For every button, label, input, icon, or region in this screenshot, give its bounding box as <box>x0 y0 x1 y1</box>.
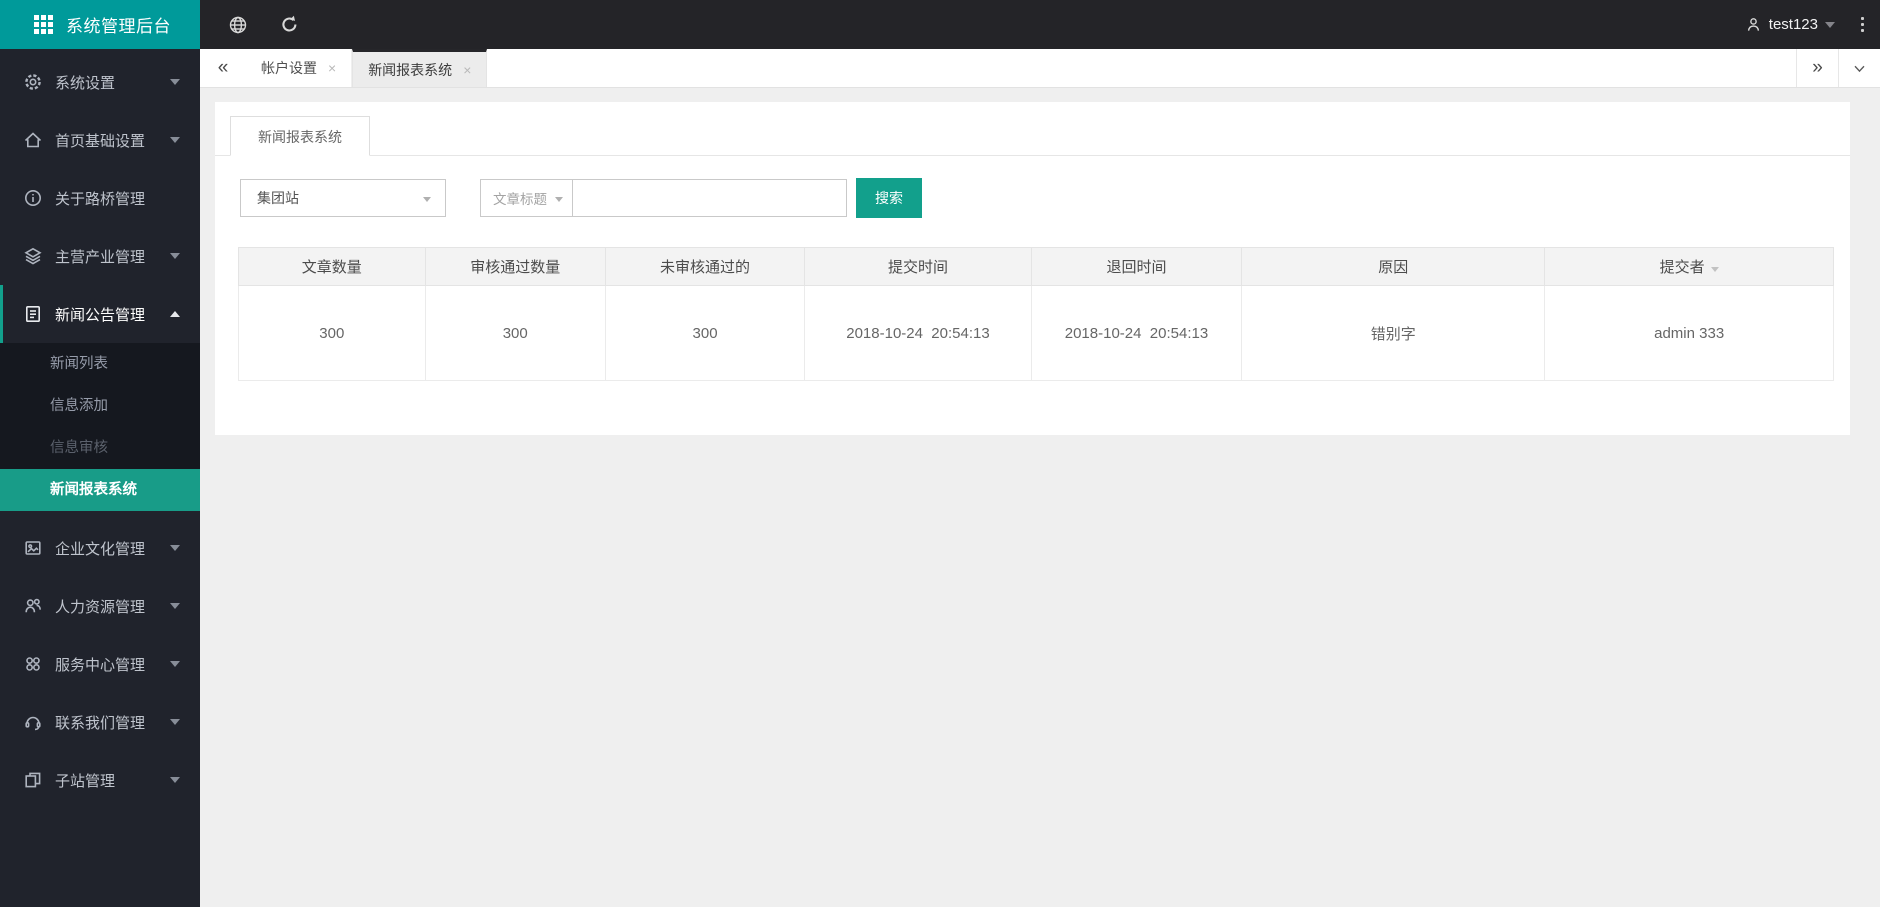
col-reason: 原因 <box>1241 247 1546 286</box>
card-header: 新闻报表系统 <box>215 102 1850 156</box>
site-select[interactable]: 集团站 <box>240 179 446 217</box>
field-select-value: 文章标题 <box>493 192 547 207</box>
news-report-card: 新闻报表系统 集团站 文章标题 搜索 文章数量 审核通过数量 未审核通过的 提交… <box>215 102 1850 435</box>
cell-unapproved-count: 300 <box>604 285 806 381</box>
report-table: 文章数量 审核通过数量 未审核通过的 提交时间 退回时间 原因 提交者 300 … <box>238 247 1834 381</box>
content-area: 新闻报表系统 集团站 文章标题 搜索 文章数量 审核通过数量 未审核通过的 提交… <box>200 88 1880 907</box>
sidebar-item-system-settings[interactable]: 系统设置 <box>0 53 200 111</box>
user-menu[interactable]: test123 <box>1745 16 1835 33</box>
submenu-item-info-review[interactable]: 信息审核 <box>0 427 200 469</box>
info-icon <box>23 188 43 208</box>
col-submit-time: 提交时间 <box>804 247 1032 286</box>
app-title: 系统管理后台 <box>66 17 171 36</box>
layers-icon <box>23 246 43 266</box>
tabs-scroll-right-icon[interactable]: » <box>1796 49 1838 87</box>
panel-tab-news-report[interactable]: 新闻报表系统 <box>230 116 370 156</box>
sidebar-item-label: 新闻公告管理 <box>55 306 146 324</box>
sidebar-item-label: 子站管理 <box>55 772 116 790</box>
cell-return-time: 2018-10-24 20:54:13 <box>1030 285 1243 381</box>
chevron-down-icon <box>170 777 180 783</box>
table-header-row: 文章数量 审核通过数量 未审核通过的 提交时间 退回时间 原因 提交者 <box>238 247 1834 286</box>
submenu-item-news-list[interactable]: 新闻列表 <box>0 343 200 385</box>
submenu-item-news-report[interactable]: 新闻报表系统 <box>0 469 200 511</box>
cell-approved-count: 300 <box>424 285 606 381</box>
chevron-down-icon <box>170 545 180 551</box>
chevron-down-icon <box>555 196 563 202</box>
cell-article-count: 300 <box>238 285 426 381</box>
sidebar-item-home-settings[interactable]: 首页基础设置 <box>0 111 200 169</box>
refresh-icon[interactable] <box>280 15 299 34</box>
home-icon <box>23 130 43 150</box>
sidebar-item-subsite[interactable]: 子站管理 <box>0 751 200 809</box>
culture-icon <box>23 538 43 558</box>
sidebar-item-label: 系统设置 <box>55 74 116 92</box>
gear-icon <box>23 72 43 92</box>
sidebar-item-label: 首页基础设置 <box>55 132 146 150</box>
sidebar-item-about[interactable]: 关于路桥管理 <box>0 169 200 227</box>
cell-submit-time: 2018-10-24 20:54:13 <box>804 285 1032 381</box>
keyword-input[interactable] <box>573 179 847 217</box>
chevron-down-icon <box>170 603 180 609</box>
col-return-time: 退回时间 <box>1030 247 1243 286</box>
app-logo: 系统管理后台 <box>0 0 200 49</box>
chevron-down-icon <box>170 719 180 725</box>
sidebar-nav: 系统设置 首页基础设置 关于路桥管理 主营产业管理 新闻公告管理 新闻列表 信息… <box>0 49 200 809</box>
col-approved-count: 审核通过数量 <box>424 247 606 286</box>
globe-icon[interactable] <box>228 15 248 35</box>
sidebar-item-label: 关于路桥管理 <box>55 190 146 208</box>
news-submenu: 新闻列表 信息添加 信息审核 新闻报表系统 <box>0 343 200 511</box>
tabs-collapse-icon[interactable] <box>1838 49 1880 87</box>
username: test123 <box>1768 16 1818 33</box>
grid-logo-icon <box>34 15 53 34</box>
chevron-down-icon <box>423 196 431 202</box>
sidebar-item-label: 联系我们管理 <box>55 714 146 732</box>
tab-label: 帐户设置 <box>261 60 317 76</box>
col-submitter[interactable]: 提交者 <box>1544 247 1834 286</box>
submenu-item-info-add[interactable]: 信息添加 <box>0 385 200 427</box>
tab-news-report[interactable]: 新闻报表系统 × <box>352 49 488 87</box>
sidebar-item-news-management[interactable]: 新闻公告管理 <box>0 285 200 343</box>
chevron-down-icon <box>170 137 180 143</box>
tab-label: 新闻报表系统 <box>368 61 453 78</box>
search-button[interactable]: 搜索 <box>856 178 922 218</box>
topbar: test123 <box>200 0 1880 49</box>
sidebar-item-label: 人力资源管理 <box>55 598 146 616</box>
tabbar: « 帐户设置 × 新闻报表系统 × » <box>200 49 1880 88</box>
chevron-down-icon <box>170 661 180 667</box>
sidebar-item-label: 服务中心管理 <box>55 656 146 674</box>
kebab-menu-icon[interactable] <box>1861 17 1864 32</box>
caret-down-icon <box>1825 21 1835 28</box>
close-icon[interactable]: × <box>328 61 336 75</box>
keyword-group: 文章标题 <box>480 179 847 217</box>
cell-reason: 错别字 <box>1241 285 1546 381</box>
sort-down-icon <box>1710 267 1719 272</box>
chevron-down-icon <box>170 79 180 85</box>
sidebar-item-service-center[interactable]: 服务中心管理 <box>0 635 200 693</box>
field-select[interactable]: 文章标题 <box>480 179 573 217</box>
search-row: 集团站 文章标题 搜索 <box>240 178 1850 218</box>
sidebar-item-hr[interactable]: 人力资源管理 <box>0 577 200 635</box>
sidebar-item-label: 企业文化管理 <box>55 540 146 558</box>
user-icon <box>1745 16 1762 33</box>
sidebar-item-culture[interactable]: 企业文化管理 <box>0 519 200 577</box>
col-unapproved-count: 未审核通过的 <box>604 247 806 286</box>
close-icon[interactable]: × <box>463 63 471 77</box>
contact-icon <box>23 712 43 732</box>
sidebar: 系统管理后台 系统设置 首页基础设置 关于路桥管理 主营产业管理 新闻公告管理 … <box>0 0 200 907</box>
cell-submitter: admin 333 <box>1544 285 1834 381</box>
sidebar-item-label: 主营产业管理 <box>55 248 146 266</box>
service-icon <box>23 654 43 674</box>
chevron-down-icon <box>170 253 180 259</box>
sidebar-item-industry[interactable]: 主营产业管理 <box>0 227 200 285</box>
site-select-value: 集团站 <box>257 190 299 206</box>
news-icon <box>23 304 43 324</box>
chevron-up-icon <box>170 311 180 317</box>
col-article-count: 文章数量 <box>238 247 426 286</box>
sidebar-item-contact[interactable]: 联系我们管理 <box>0 693 200 751</box>
tabs-scroll-left-icon[interactable]: « <box>200 49 246 87</box>
table-row: 300 300 300 2018-10-24 20:54:13 2018-10-… <box>238 285 1834 381</box>
tab-account-settings[interactable]: 帐户设置 × <box>246 49 353 87</box>
hr-users-icon <box>23 596 43 616</box>
subsite-icon <box>23 770 43 790</box>
